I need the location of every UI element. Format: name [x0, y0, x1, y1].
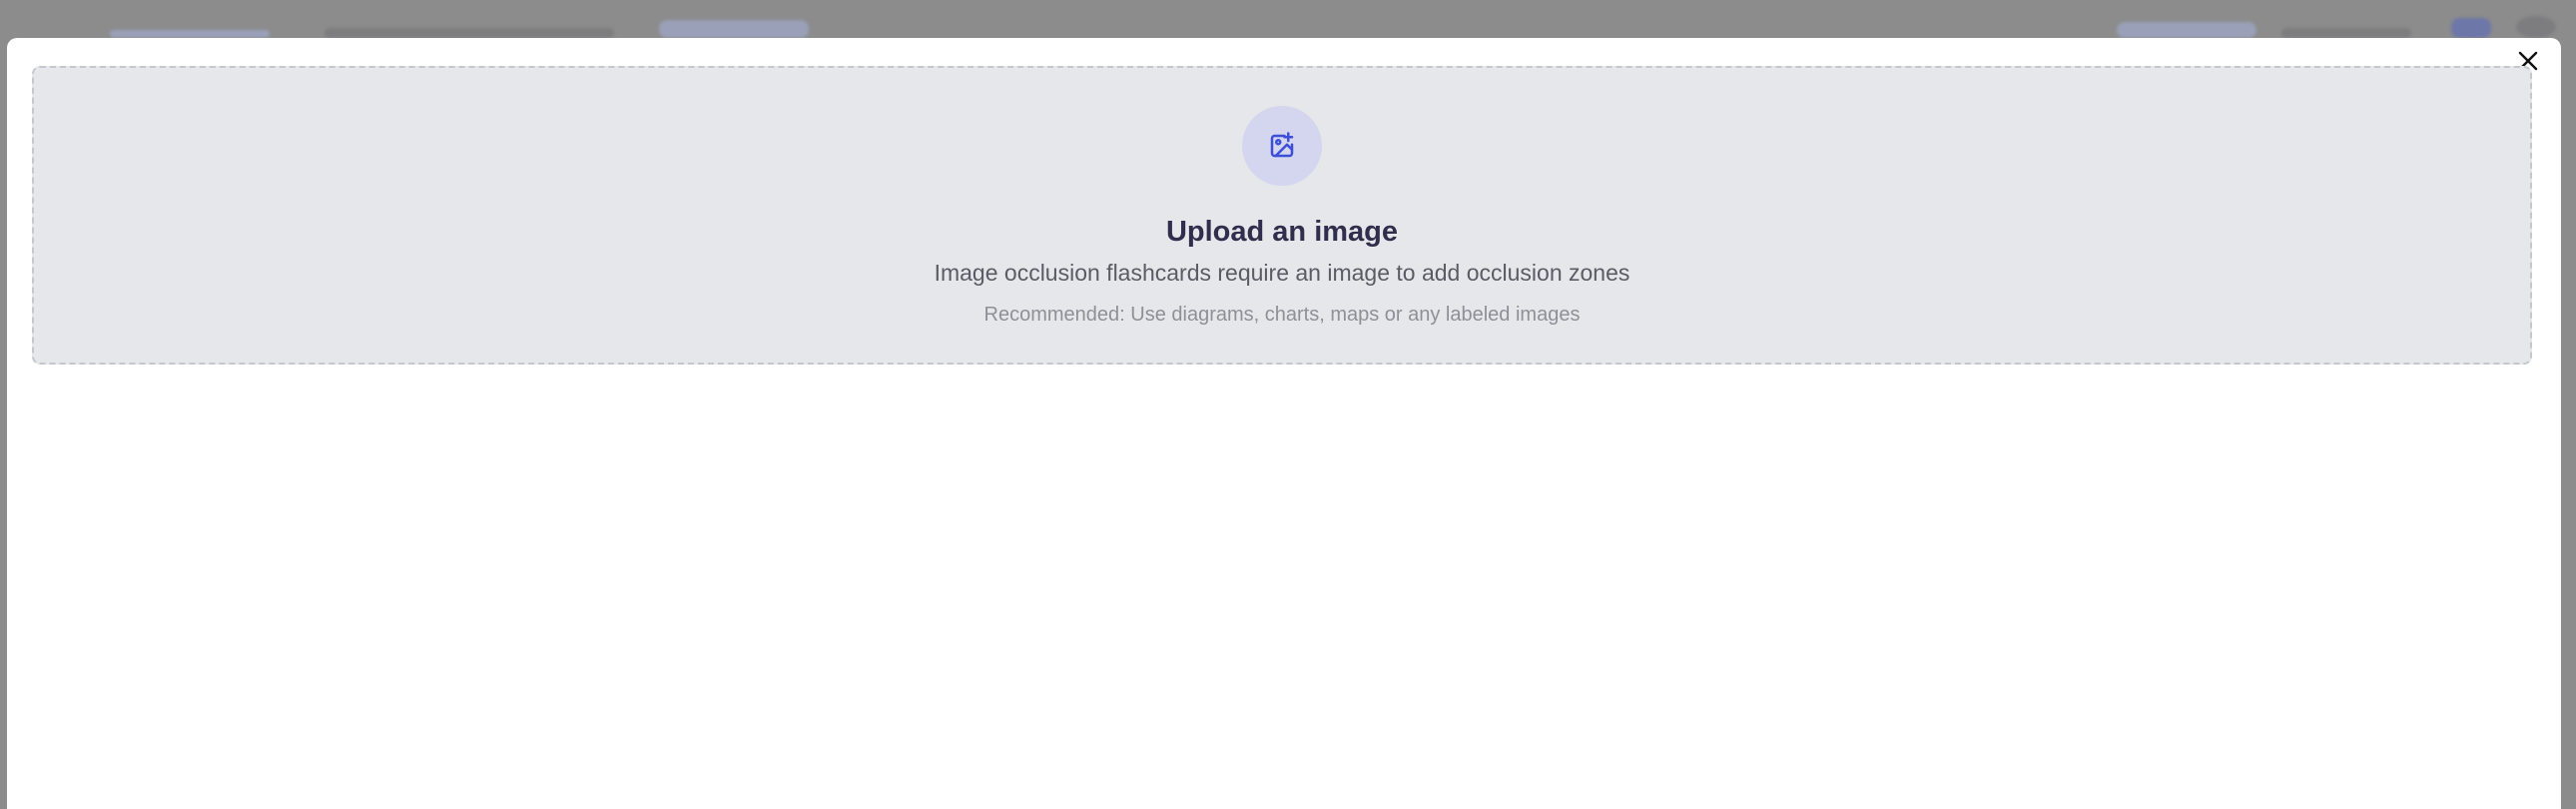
- upload-subtitle: Image occlusion flashcards require an im…: [934, 260, 1630, 286]
- upload-title: Upload an image: [1165, 216, 1399, 248]
- upload-icon-circle: [1242, 106, 1322, 186]
- background-avatar: [2516, 16, 2556, 38]
- background-app-header: [0, 0, 2576, 40]
- background-nav-item: [2451, 18, 2491, 38]
- upload-hint: Recommended: Use diagrams, charts, maps …: [983, 304, 1581, 326]
- background-nav-item: [324, 28, 614, 38]
- image-add-icon: [1270, 132, 1294, 158]
- background-nav-item: [2117, 22, 2256, 38]
- background-nav-item: [2281, 28, 2411, 38]
- upload-modal: Upload an image Image occlusion flashcar…: [7, 38, 2561, 809]
- background-nav-item: [659, 20, 809, 38]
- background-nav-item: [110, 30, 270, 38]
- image-dropzone[interactable]: Upload an image Image occlusion flashcar…: [32, 66, 2532, 365]
